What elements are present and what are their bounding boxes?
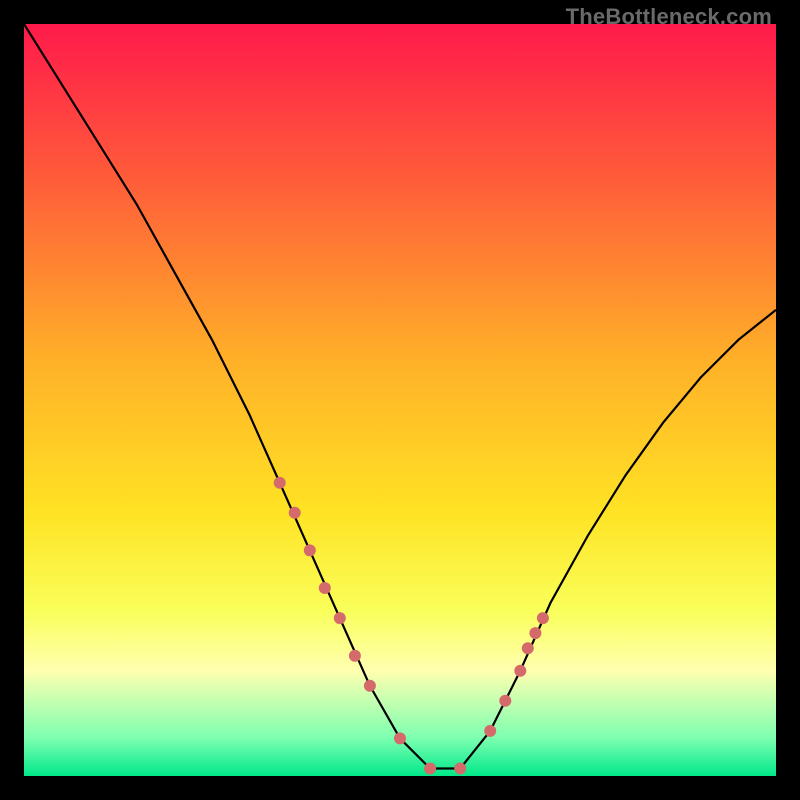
marker-point: [514, 665, 526, 677]
marker-point: [364, 680, 376, 692]
marker-point: [529, 627, 541, 639]
marker-point: [304, 544, 316, 556]
marker-point: [394, 732, 406, 744]
marker-point: [484, 725, 496, 737]
marker-point: [319, 582, 331, 594]
marker-point: [499, 695, 511, 707]
marker-point: [537, 612, 549, 624]
marker-point: [454, 763, 466, 775]
plot-area: [24, 24, 776, 776]
marker-point: [349, 650, 361, 662]
watermark-text: TheBottleneck.com: [566, 4, 772, 30]
chart-svg: [24, 24, 776, 776]
gradient-background: [24, 24, 776, 776]
marker-point: [334, 612, 346, 624]
chart-frame: TheBottleneck.com: [0, 0, 800, 800]
marker-point: [274, 477, 286, 489]
marker-point: [289, 507, 301, 519]
marker-point: [424, 763, 436, 775]
marker-point: [522, 642, 534, 654]
